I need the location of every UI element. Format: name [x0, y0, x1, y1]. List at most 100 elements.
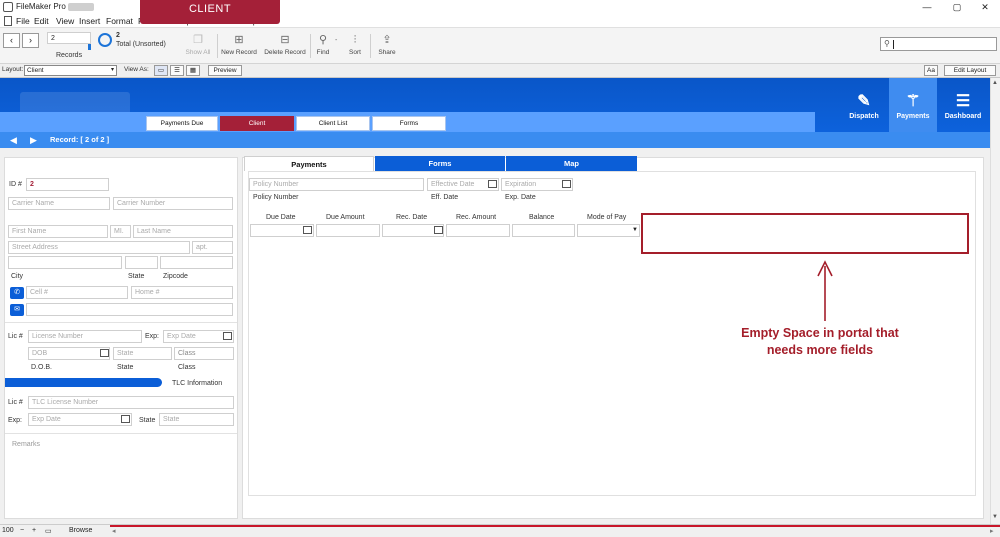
edit-layout-button[interactable]: Edit Layout — [944, 65, 996, 76]
license-number-field[interactable]: License Number — [28, 330, 142, 343]
apt-field[interactable]: apt. — [192, 241, 233, 254]
tlc-exp-label: Exp: — [8, 417, 23, 424]
dob-field[interactable]: DOB — [28, 347, 110, 360]
next-record-arrow[interactable]: ▶ — [30, 135, 37, 146]
show-all-button[interactable]: ❐ Show All — [184, 34, 212, 56]
phone-icon[interactable]: ✆ — [10, 287, 24, 299]
email-field[interactable] — [26, 303, 233, 316]
sort-button[interactable]: ⫶ Sort — [345, 34, 365, 56]
delete-record-button[interactable]: ⊟ Delete Record — [262, 34, 308, 56]
home-phone-field[interactable]: Home # — [131, 286, 233, 299]
tab-payments-due[interactable]: Payments Due — [146, 116, 218, 131]
sort-label: Sort — [349, 49, 361, 56]
policy-number-field[interactable]: Policy Number — [249, 178, 424, 191]
city-field[interactable] — [8, 256, 122, 269]
carrier-name-field[interactable]: Carrier Name — [8, 197, 110, 210]
calendar-icon[interactable] — [121, 415, 130, 423]
scroll-right-icon[interactable]: ▸ — [990, 527, 994, 535]
zoom-in-icon[interactable]: + — [32, 527, 36, 534]
menu-file[interactable]: File — [16, 16, 30, 26]
share-button[interactable]: ⇪ Share — [376, 34, 398, 56]
form-view-button[interactable]: ▭ — [154, 65, 168, 76]
license-state-label: State — [117, 364, 134, 371]
id-field[interactable]: 2 — [26, 178, 109, 191]
calendar-icon[interactable] — [434, 226, 443, 234]
col-due-amount: Due Amount — [326, 214, 365, 221]
license-state-field[interactable]: State — [113, 347, 172, 360]
prev-record-arrow[interactable]: ◀ — [10, 135, 17, 146]
scroll-down-icon[interactable]: ▼ — [992, 514, 998, 520]
quick-find-input[interactable]: ⚲ — [880, 37, 997, 51]
menu-view[interactable]: View — [56, 16, 74, 26]
tlc-license-number-field[interactable]: TLC License Number — [28, 396, 234, 409]
layout-select[interactable]: Client ▾ — [24, 65, 117, 76]
new-record-button[interactable]: ⊞ New Record — [219, 34, 259, 56]
license-class-field[interactable]: Class — [174, 347, 234, 360]
app-icon — [3, 2, 13, 12]
tlc-exp-date-field[interactable]: Exp Date — [28, 413, 132, 426]
street-address-field[interactable]: Street Address — [8, 241, 190, 254]
carrier-number-field[interactable]: Carrier Number — [113, 197, 233, 210]
search-icon: ⚲ — [884, 39, 890, 48]
cell-field[interactable]: Cell # — [26, 286, 128, 299]
portal-balance-field[interactable] — [512, 224, 575, 237]
record-band — [0, 132, 990, 148]
close-icon[interactable]: ✕ — [970, 0, 1000, 14]
col-balance: Balance — [529, 214, 555, 221]
minimize-icon[interactable]: — — [912, 0, 942, 14]
vertical-scrollbar[interactable]: ▲ ▼ — [990, 78, 1000, 524]
formatting-bar-button[interactable]: Aa — [924, 65, 938, 76]
dashboard-button[interactable]: ☰ Dashboard — [938, 78, 988, 132]
menu-format[interactable]: Format — [106, 16, 133, 26]
preview-button[interactable]: Preview — [208, 65, 242, 76]
tab-client[interactable]: Client — [220, 116, 294, 131]
scroll-left-icon[interactable]: ◂ — [112, 527, 116, 535]
scroll-up-icon[interactable]: ▲ — [992, 80, 998, 86]
middle-initial-field[interactable]: MI. — [110, 225, 131, 238]
email-icon[interactable]: ✉ — [10, 304, 24, 316]
tlc-info-label: TLC Information — [172, 380, 223, 387]
payments-button[interactable]: ⚚ Payments — [889, 78, 937, 132]
portal-mode-of-pay-field[interactable] — [577, 224, 640, 237]
maximize-icon[interactable]: ▢ — [942, 0, 972, 14]
table-view-button[interactable]: ▦ — [186, 65, 200, 76]
portal-due-amount-field[interactable] — [316, 224, 380, 237]
list-view-button[interactable]: ☰ — [170, 65, 184, 76]
tab-client-list[interactable]: Client List — [296, 116, 370, 131]
calendar-icon[interactable] — [100, 349, 109, 357]
last-name-field[interactable]: Last Name — [133, 225, 233, 238]
pen-icon: ✎ — [857, 93, 871, 110]
calendar-icon[interactable] — [223, 332, 232, 340]
next-record-button[interactable]: › — [22, 33, 39, 48]
tlc-state-field[interactable]: State — [159, 413, 234, 426]
toolbar-separator — [310, 34, 311, 58]
previous-record-button[interactable]: ‹ — [3, 33, 20, 48]
zipcode-field[interactable] — [160, 256, 233, 269]
mode-indicator[interactable]: Browse — [69, 527, 92, 534]
first-name-field[interactable]: First Name — [8, 225, 108, 238]
tab-map[interactable]: Map — [506, 156, 637, 171]
record-number-input[interactable]: 2 — [47, 32, 91, 44]
tab-forms[interactable]: Forms — [372, 116, 446, 131]
tlc-state-label: State — [139, 417, 156, 424]
calendar-icon[interactable] — [488, 180, 497, 188]
calendar-icon[interactable] — [562, 180, 571, 188]
toggle-bar-icon[interactable]: ▭ — [45, 527, 52, 535]
tab-payments[interactable]: Payments — [244, 156, 374, 171]
find-dropdown-icon[interactable]: - — [335, 37, 337, 44]
zoom-level[interactable]: 100 — [2, 527, 14, 534]
toolbar-separator — [217, 34, 218, 58]
dispatch-button[interactable]: ✎ Dispatch — [842, 78, 886, 132]
annotation-line-2: needs more fields — [766, 343, 874, 357]
portal-rec-amount-field[interactable] — [446, 224, 510, 237]
record-slider-handle[interactable] — [88, 44, 91, 50]
menu-insert[interactable]: Insert — [79, 16, 100, 26]
zoom-out-icon[interactable]: − — [20, 527, 24, 534]
find-button[interactable]: ⚲ Find — [313, 34, 333, 56]
state-field[interactable] — [125, 256, 158, 269]
remarks-field[interactable]: Remarks — [12, 441, 40, 448]
progress-line — [110, 525, 1000, 527]
menu-edit[interactable]: Edit — [34, 16, 49, 26]
calendar-icon[interactable] — [303, 226, 312, 234]
tab-forms-right[interactable]: Forms — [375, 156, 505, 171]
